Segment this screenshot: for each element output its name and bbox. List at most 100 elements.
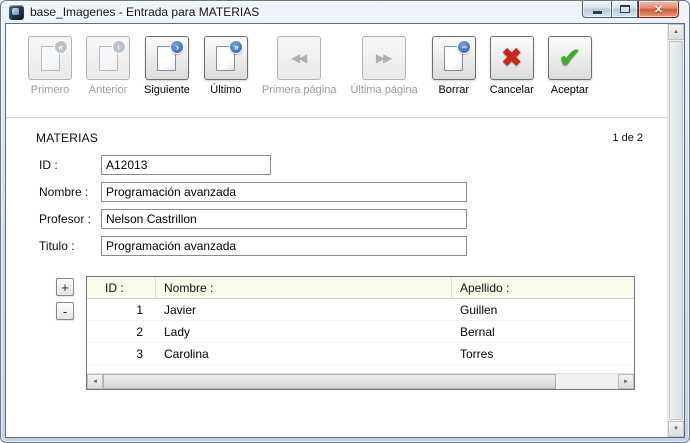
- page-next-icon: ›: [157, 46, 176, 71]
- toolbar-item-ultima-pagina: ▶▶ Última página: [350, 36, 417, 97]
- grid-row-1[interactable]: 1 Javier Guillen: [87, 299, 634, 321]
- toolbar-item-anterior: ‹ Anterior: [86, 36, 130, 97]
- grid-row-controls: + -: [56, 276, 86, 390]
- record-indicator: 1 de 2: [612, 132, 643, 144]
- grid-row-3[interactable]: 3 Carolina Torres: [87, 343, 634, 365]
- form-header: MATERIAS 1 de 2: [36, 131, 643, 145]
- hscroll-thumb[interactable]: [103, 374, 556, 389]
- first-arrow-badge: «: [54, 40, 68, 54]
- record-toolbar: « Primero ‹ Anterior › Siguiente: [6, 24, 667, 97]
- scroll-down-icon[interactable]: ▼: [668, 421, 684, 437]
- page-first-icon: «: [41, 46, 60, 71]
- grid-header: ID : Nombre : Apellido :: [87, 277, 634, 299]
- nombre-label: Nombre :: [39, 185, 101, 199]
- grid-row-2[interactable]: 2 Lady Bernal: [87, 321, 634, 343]
- maximize-button[interactable]: [611, 1, 638, 18]
- toolbar-label-ultima-pagina: Última página: [350, 84, 417, 97]
- scroll-up-icon[interactable]: ▲: [668, 24, 684, 40]
- section-title: MATERIAS: [36, 131, 98, 145]
- form-fields: ID : Nombre : Profesor : Titulo :: [39, 155, 667, 256]
- toolbar-label-primero: Primero: [31, 84, 70, 97]
- toolbar-label-aceptar: Aceptar: [551, 84, 589, 97]
- first-page-button[interactable]: ◀◀: [277, 36, 321, 80]
- toolbar-label-cancelar: Cancelar: [490, 84, 534, 97]
- minimize-button[interactable]: [582, 1, 611, 18]
- toolbar-label-ultimo: Último: [210, 84, 241, 97]
- toolbar-item-aceptar: ✔ Aceptar: [548, 36, 592, 97]
- cell-id[interactable]: 3: [87, 347, 156, 361]
- delete-badge: −: [457, 40, 471, 54]
- app-icon[interactable]: [9, 5, 24, 20]
- field-row-id: ID :: [39, 155, 667, 175]
- last-page-icon: ▶▶: [376, 51, 392, 65]
- cell-nombre[interactable]: Javier: [156, 303, 452, 317]
- grid-header-apellido[interactable]: Apellido :: [452, 277, 634, 298]
- next-record-button[interactable]: ›: [145, 36, 189, 80]
- delete-record-button[interactable]: −: [432, 36, 476, 80]
- maximize-icon: [620, 5, 630, 13]
- profesor-label: Profesor :: [39, 212, 101, 226]
- cell-apellido[interactable]: Bernal: [452, 325, 634, 339]
- id-input[interactable]: [101, 155, 271, 175]
- nombre-input[interactable]: [101, 182, 467, 202]
- prev-arrow-badge: ‹: [112, 40, 126, 54]
- scroll-right-icon[interactable]: ►: [618, 374, 634, 389]
- id-label: ID :: [39, 158, 101, 172]
- remove-row-button[interactable]: -: [56, 302, 74, 320]
- main-content: « Primero ‹ Anterior › Siguiente: [6, 24, 667, 437]
- window-controls: ✕: [582, 1, 679, 18]
- cancel-button[interactable]: ✖: [490, 36, 534, 80]
- cell-nombre[interactable]: Carolina: [156, 347, 452, 361]
- cell-id[interactable]: 2: [87, 325, 156, 339]
- cell-apellido[interactable]: Guillen: [452, 303, 634, 317]
- accept-button[interactable]: ✔: [548, 36, 592, 80]
- previous-record-button[interactable]: ‹: [86, 36, 130, 80]
- client-area: « Primero ‹ Anterior › Siguiente: [5, 23, 685, 438]
- vscroll-track[interactable]: [668, 40, 684, 421]
- toolbar-item-borrar: − Borrar: [432, 36, 476, 97]
- scroll-left-icon[interactable]: ◄: [87, 374, 103, 389]
- grid-body: 1 Javier Guillen 2 Lady Bernal 3 Carolin…: [87, 299, 634, 373]
- page-last-icon: »: [216, 46, 235, 71]
- toolbar-separator: [6, 117, 667, 119]
- hscroll-track[interactable]: [103, 374, 618, 389]
- close-icon: ✕: [654, 3, 663, 16]
- cell-id[interactable]: 1: [87, 303, 156, 317]
- first-page-icon: ◀◀: [291, 51, 307, 65]
- app-window: base_Imagenes - Entrada para MATERIAS ✕ …: [0, 0, 690, 443]
- toolbar-item-primero: « Primero: [28, 36, 72, 97]
- title-bar[interactable]: base_Imagenes - Entrada para MATERIAS ✕: [5, 1, 685, 23]
- add-row-button[interactable]: +: [56, 278, 74, 296]
- cell-nombre[interactable]: Lady: [156, 325, 452, 339]
- grid-header-nombre[interactable]: Nombre :: [156, 277, 452, 298]
- toolbar-label-siguiente: Siguiente: [144, 84, 190, 97]
- profesor-input[interactable]: [101, 209, 467, 229]
- page-prev-icon: ‹: [99, 46, 118, 71]
- minimize-icon: [593, 11, 602, 14]
- toolbar-item-siguiente: › Siguiente: [144, 36, 190, 97]
- field-row-nombre: Nombre :: [39, 182, 667, 202]
- toolbar-label-borrar: Borrar: [438, 84, 469, 97]
- toolbar-item-primera-pagina: ◀◀ Primera página: [262, 36, 337, 97]
- titulo-label: Titulo :: [39, 239, 101, 253]
- grid-horizontal-scrollbar[interactable]: ◄ ►: [87, 373, 634, 389]
- cell-apellido[interactable]: Torres: [452, 347, 634, 361]
- field-row-titulo: Titulo :: [39, 236, 667, 256]
- cancel-icon: ✖: [501, 43, 522, 73]
- toolbar-label-primera-pagina: Primera página: [262, 84, 337, 97]
- last-arrow-badge: »: [229, 40, 243, 54]
- toolbar-label-anterior: Anterior: [89, 84, 128, 97]
- detail-grid-area: + - ID : Nombre : Apellido : 1 Javier Gu…: [56, 276, 667, 390]
- last-page-button[interactable]: ▶▶: [362, 36, 406, 80]
- toolbar-item-cancelar: ✖ Cancelar: [490, 36, 534, 97]
- grid-header-id[interactable]: ID :: [87, 277, 156, 298]
- detail-grid: ID : Nombre : Apellido : 1 Javier Guille…: [86, 276, 635, 390]
- last-record-button[interactable]: »: [204, 36, 248, 80]
- window-title: base_Imagenes - Entrada para MATERIAS: [30, 5, 259, 19]
- toolbar-item-ultimo: » Último: [204, 36, 248, 97]
- window-vertical-scrollbar[interactable]: ▲ ▼: [667, 24, 684, 437]
- first-record-button[interactable]: «: [28, 36, 72, 80]
- close-button[interactable]: ✕: [638, 1, 679, 18]
- titulo-input[interactable]: [101, 236, 467, 256]
- vscroll-thumb[interactable]: [669, 41, 683, 420]
